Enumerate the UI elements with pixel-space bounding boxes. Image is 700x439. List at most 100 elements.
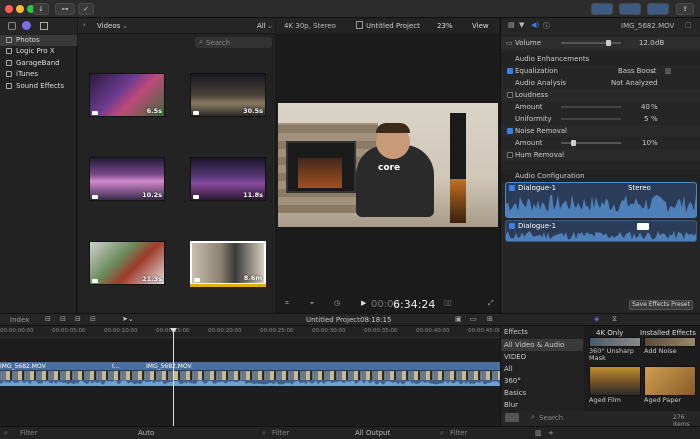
back-chevron-icon[interactable]: ‹ xyxy=(83,21,86,29)
loudness-label: Loudness xyxy=(515,91,548,99)
timecode[interactable]: 6:34:24 xyxy=(393,298,435,311)
playhead[interactable] xyxy=(173,329,174,426)
noise-amount-slider[interactable] xyxy=(561,140,621,146)
import-button[interactable]: ↓ xyxy=(33,3,49,15)
close-window-button[interactable] xyxy=(5,5,13,13)
index-button[interactable]: Index xyxy=(10,316,29,324)
chevron-updown-icon: ⌄ xyxy=(650,67,656,75)
layout-inspector-button[interactable] xyxy=(647,3,669,15)
browser-title[interactable]: Videos xyxy=(97,22,120,30)
auto-select[interactable]: Auto xyxy=(138,429,154,437)
noise-slider-knob[interactable] xyxy=(571,140,576,146)
insert-clip-icon[interactable]: ⊟ xyxy=(60,315,66,323)
effects-category[interactable]: Blur xyxy=(501,399,583,411)
uniformity-slider[interactable] xyxy=(561,118,621,120)
filter-select[interactable]: All xyxy=(257,22,266,30)
view-menu[interactable]: View xyxy=(472,22,489,30)
arrow-tool-icon[interactable]: ➤⌄ xyxy=(122,315,134,323)
loudness-amount-value[interactable]: 40 xyxy=(641,101,650,113)
clip-filmstrip[interactable] xyxy=(0,371,500,380)
sidebar-item-photos[interactable]: Photos xyxy=(0,35,77,46)
chevron-updown-icon[interactable]: ⌄ xyxy=(122,22,128,30)
noise-amount-value[interactable]: 10 xyxy=(642,137,651,149)
clip-thumbnail-selected[interactable]: 8.6m xyxy=(190,241,266,285)
clip-title-bar[interactable] xyxy=(0,362,500,371)
loudness-checkbox[interactable] xyxy=(507,92,513,98)
sidebar-toggle-icon[interactable] xyxy=(505,413,519,422)
sidebar-item-garageband[interactable]: GarageBand xyxy=(0,58,77,69)
sidebar-item-sound-effects[interactable]: Sound Effects xyxy=(0,81,77,92)
effect-thumbnail[interactable] xyxy=(644,366,696,396)
volume-slider[interactable] xyxy=(561,40,621,46)
effects-search-input[interactable]: Search xyxy=(539,414,563,422)
filter-inspector-icon[interactable]: ▼ xyxy=(519,21,524,29)
titles-icon[interactable] xyxy=(40,22,48,30)
sidebar-item-logic[interactable]: Logic Pro X xyxy=(0,46,77,57)
channel-mode-select[interactable]: Stereo xyxy=(628,184,651,192)
filter-input[interactable]: Filter xyxy=(450,429,467,437)
share-button[interactable]: ⇪ xyxy=(676,3,694,15)
zoom-select[interactable]: 23% xyxy=(437,22,453,30)
channel-strip[interactable]: Dialogue-1 xyxy=(505,220,697,242)
crop-icon[interactable]: ⌗ xyxy=(285,299,289,308)
layout-timeline-button[interactable] xyxy=(619,3,641,15)
play-icon[interactable]: ▶ xyxy=(361,299,366,307)
connect-clip-icon[interactable]: ⊟ xyxy=(45,315,51,323)
hum-removal-checkbox[interactable] xyxy=(507,152,513,158)
fullscreen-icon[interactable]: ⤢ xyxy=(488,299,494,308)
installed-effects-select[interactable]: Installed Effects xyxy=(640,329,696,337)
append-clip-icon[interactable]: ⊟ xyxy=(75,315,81,323)
clip-thumbnail[interactable]: 11.8s xyxy=(190,157,266,201)
volume-slider-knob[interactable] xyxy=(606,40,611,46)
overwrite-clip-icon[interactable]: ⊟ xyxy=(90,315,96,323)
save-effects-preset-button[interactable]: Save Effects Preset xyxy=(629,300,693,310)
equalization-checkbox[interactable] xyxy=(507,68,513,74)
channel-checkbox[interactable] xyxy=(509,223,515,229)
clip-thumbnail[interactable]: 21.3s xyxy=(89,241,165,285)
trash-icon[interactable]: ▥ xyxy=(535,429,542,437)
zoom-icon[interactable]: ▭ xyxy=(470,315,477,323)
effects-category[interactable]: 360° xyxy=(501,375,583,387)
effects-category[interactable]: Basics xyxy=(501,387,583,399)
speed-icon[interactable]: ◷ xyxy=(334,299,340,307)
filter-input[interactable]: Filter xyxy=(272,429,289,437)
minimize-window-button[interactable] xyxy=(16,5,24,13)
keywords-button[interactable]: ⊶ xyxy=(55,3,75,15)
browser-search-field[interactable]: ⌕ Search xyxy=(195,37,272,48)
clip-thumbnail[interactable]: 6.5s xyxy=(89,73,165,117)
add-icon[interactable]: + xyxy=(548,429,554,437)
background-tasks-button[interactable]: ✓ xyxy=(78,3,94,15)
4k-only-toggle[interactable]: 4K Only xyxy=(596,329,623,337)
eq-graph-icon[interactable]: ▥ xyxy=(665,65,672,77)
clip-appearance-icon[interactable]: ▣ xyxy=(455,315,462,323)
transitions-browser-icon[interactable]: ⧖ xyxy=(612,315,617,324)
volume-value[interactable]: 12.0 xyxy=(639,37,655,49)
info-inspector-icon[interactable]: ⓘ xyxy=(543,21,550,31)
output-select[interactable]: All Output xyxy=(355,429,390,437)
video-inspector-icon[interactable]: ▤ xyxy=(508,21,515,29)
film-icon[interactable] xyxy=(8,22,16,30)
effect-thumbnail[interactable] xyxy=(589,337,641,347)
effects-category[interactable]: All xyxy=(501,363,583,375)
layout-browser-button[interactable] xyxy=(591,3,613,15)
skimming-icon[interactable]: ⊞ xyxy=(487,315,493,323)
effects-browser-icon[interactable]: ◈ xyxy=(594,315,599,323)
timeline-ruler[interactable]: 00:00:00:0000:00:05:0000:00:10:0000:00:1… xyxy=(0,326,502,338)
browser-filter-input[interactable]: Filter xyxy=(20,429,37,437)
effects-category[interactable]: VIDEO xyxy=(501,351,583,363)
clip-thumbnail[interactable]: 30.5s xyxy=(190,73,266,117)
channel-checkbox[interactable] xyxy=(509,185,515,191)
music-icon[interactable] xyxy=(22,21,31,30)
effect-thumbnail[interactable] xyxy=(644,337,696,347)
uniformity-value[interactable]: 5 xyxy=(644,113,648,125)
effect-thumbnail[interactable] xyxy=(589,366,641,396)
loudness-amount-slider[interactable] xyxy=(561,106,621,108)
sidebar-item-itunes[interactable]: iTunes xyxy=(0,69,77,80)
noise-removal-checkbox[interactable] xyxy=(507,128,513,134)
clip-thumbnail[interactable]: 10.2s xyxy=(89,157,165,201)
video-icon xyxy=(92,111,98,115)
audio-inspector-icon[interactable]: ◀) xyxy=(531,21,539,29)
channel-strip[interactable]: Dialogue-1 Stereo xyxy=(505,182,697,218)
transform-icon[interactable]: ⌖ xyxy=(310,299,314,308)
effects-category[interactable]: All Video & Audio xyxy=(501,339,583,351)
